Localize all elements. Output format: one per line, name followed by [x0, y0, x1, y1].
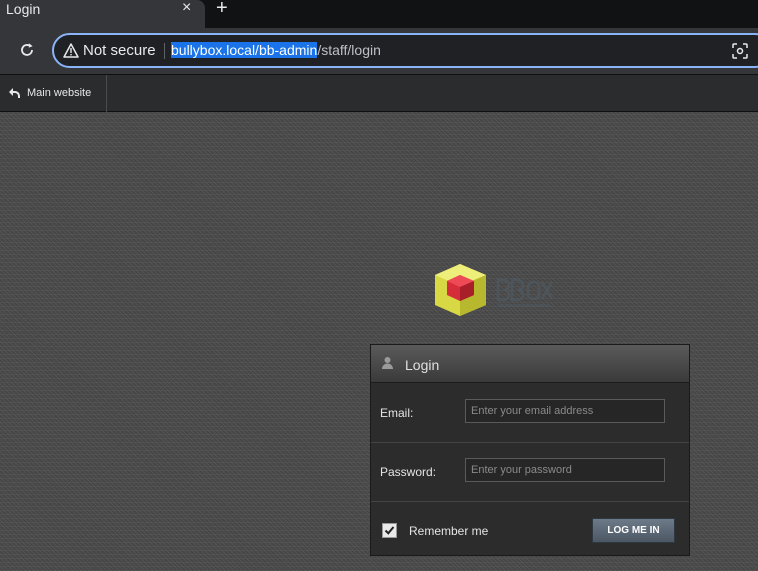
checkmark-icon — [384, 526, 395, 535]
warning-icon[interactable] — [63, 43, 79, 58]
page-background: Login Email: Password: Remember me LOG M… — [0, 112, 758, 571]
email-label: Email: — [380, 406, 414, 420]
login-panel-header: Login — [371, 345, 689, 383]
security-label[interactable]: Not secure — [83, 42, 156, 59]
browser-toolbar: Not secure bullybox.local/bb-admin/staff… — [0, 28, 758, 74]
remember-me-checkbox[interactable] — [382, 523, 397, 538]
tab-login[interactable]: Login × — [0, 0, 205, 28]
remember-me-label[interactable]: Remember me — [409, 524, 488, 538]
back-arrow-icon — [9, 88, 20, 98]
address-bar[interactable]: Not secure bullybox.local/bb-admin/staff… — [52, 33, 758, 68]
url-host: bullybox.local/bb-admin — [171, 42, 318, 58]
user-icon — [382, 357, 393, 369]
bbox-logo — [435, 264, 554, 316]
url-path: /staff/login — [317, 42, 381, 58]
url-divider — [164, 43, 165, 59]
password-label: Password: — [380, 465, 437, 479]
main-website-label: Main website — [27, 87, 92, 99]
login-panel: Login Email: Password: Remember me LOG M… — [370, 344, 690, 556]
email-field[interactable] — [465, 399, 665, 423]
tab-title: Login — [6, 1, 41, 17]
url-text[interactable]: bullybox.local/bb-admin/staff/login — [171, 42, 381, 58]
reload-icon[interactable] — [18, 41, 36, 59]
login-panel-title: Login — [405, 357, 440, 373]
new-tab-button[interactable]: + — [216, 0, 228, 19]
password-row: Password: — [371, 443, 689, 502]
password-field[interactable] — [465, 458, 665, 482]
tab-strip: Login × + — [0, 0, 758, 28]
email-row: Email: — [371, 384, 689, 443]
close-tab-icon[interactable]: × — [182, 0, 191, 17]
lens-icon[interactable] — [732, 43, 748, 59]
main-website-link[interactable]: Main website — [0, 75, 107, 112]
admin-bar: Main website — [0, 74, 758, 112]
log-me-in-button[interactable]: LOG ME IN — [592, 518, 675, 543]
